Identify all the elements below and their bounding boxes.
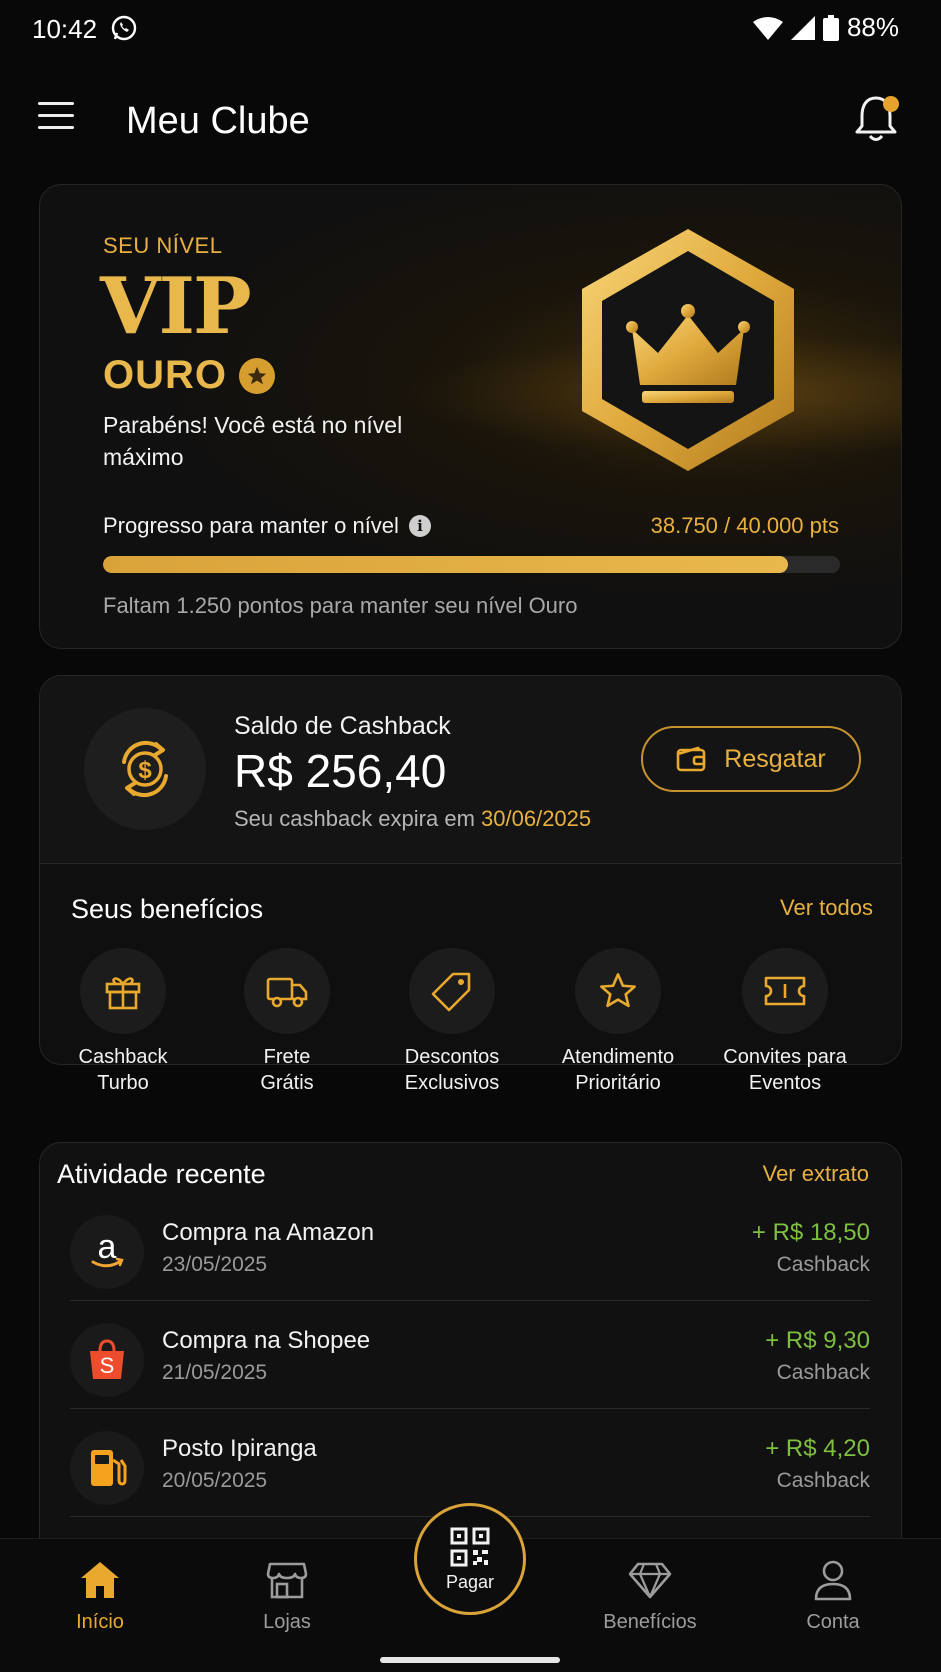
activity-title: Atividade recente xyxy=(57,1159,266,1189)
truck-icon xyxy=(244,948,330,1034)
cashback-title: Saldo de Cashback xyxy=(234,712,451,740)
status-bar: 10:42 88% xyxy=(0,0,941,60)
benefit-event-invites[interactable]: Convites para Eventos xyxy=(710,948,860,1096)
notifications-button[interactable] xyxy=(853,94,901,146)
nav-stores[interactable]: Lojas xyxy=(217,1557,357,1634)
home-indicator[interactable] xyxy=(380,1657,560,1663)
menu-icon-line xyxy=(38,102,74,105)
cashback-card: $ Saldo de Cashback R$ 256,40 Seu cashba… xyxy=(39,675,902,1094)
progress-fill xyxy=(103,556,789,573)
cashback-coin-icon: $ xyxy=(84,708,206,830)
svg-text:$: $ xyxy=(138,757,152,784)
whatsapp-icon xyxy=(111,15,137,41)
star-icon xyxy=(575,948,661,1034)
notification-dot xyxy=(883,96,899,112)
activity-row[interactable]: Posto Ipiranga 20/05/2025 + R$ 4,20 Cash… xyxy=(70,1409,870,1517)
activity-row[interactable]: S Compra na Shopee 21/05/2025 + R$ 9,30 … xyxy=(70,1301,870,1409)
progress-value: 38.750 / 40.000 pts xyxy=(650,513,839,538)
diamond-icon xyxy=(580,1557,720,1603)
benefits-title: Seus benefícios xyxy=(71,894,264,924)
cashback-expire-text: Seu cashback expira em xyxy=(234,806,475,831)
progress-label: Progresso para manter o nível i xyxy=(103,513,431,539)
menu-button[interactable] xyxy=(38,102,78,138)
progress-note: Faltam 1.250 pontos para manter seu níve… xyxy=(103,593,578,618)
benefit-label: Frete Grátis xyxy=(260,1046,314,1094)
signal-icon xyxy=(790,15,815,40)
level-message: Parabéns! Você está no nível máximo xyxy=(103,412,403,470)
nav-home-label: Início xyxy=(76,1611,124,1633)
benefit-label: Convites para Eventos xyxy=(723,1046,847,1094)
level-row: OURO xyxy=(103,353,275,398)
amazon-logo-icon: a xyxy=(70,1215,144,1289)
qr-code-icon xyxy=(450,1527,490,1566)
menu-icon-line xyxy=(38,126,74,129)
store-icon xyxy=(217,1557,357,1603)
star-badge-icon xyxy=(239,357,275,394)
cashback-expire-date: 30/06/2025 xyxy=(481,806,592,831)
nav-stores-label: Lojas xyxy=(263,1611,311,1633)
nav-benefits-label: Benefícios xyxy=(603,1611,697,1633)
pay-label: Pagar xyxy=(445,1571,495,1592)
info-icon[interactable]: i xyxy=(408,515,431,537)
activity-name: Posto Ipiranga xyxy=(162,1435,317,1462)
vip-tier: VIP xyxy=(100,261,252,352)
activity-date: 23/05/2025 xyxy=(162,1253,268,1276)
nav-home[interactable]: Início xyxy=(30,1557,170,1634)
level-name: OURO xyxy=(103,353,227,397)
menu-icon-line xyxy=(38,114,74,117)
battery-percent: 88% xyxy=(846,12,899,42)
nav-account-label: Conta xyxy=(806,1611,860,1633)
user-icon xyxy=(763,1557,903,1603)
tag-icon xyxy=(409,948,495,1034)
activity-type: Cashback xyxy=(776,1469,870,1492)
cashback-amount: R$ 256,40 xyxy=(234,745,447,797)
benefits-see-all-link[interactable]: Ver todos xyxy=(780,895,873,921)
activity-type: Cashback xyxy=(776,1361,870,1384)
benefit-cashback-turbo[interactable]: Cashback Turbo xyxy=(48,948,198,1096)
activity-date: 21/05/2025 xyxy=(162,1361,268,1384)
activity-amount: + R$ 9,30 xyxy=(765,1327,870,1354)
cashback-balance-section: $ Saldo de Cashback R$ 256,40 Seu cashba… xyxy=(40,676,901,864)
statement-link[interactable]: Ver extrato xyxy=(763,1161,869,1187)
benefit-label: Descontos Exclusivos xyxy=(404,1046,500,1094)
level-label: SEU NÍVEL xyxy=(103,233,223,258)
battery-icon xyxy=(822,14,839,41)
benefit-free-shipping[interactable]: Frete Grátis xyxy=(212,948,362,1096)
shopee-bag-icon: S xyxy=(70,1323,144,1397)
activity-name: Compra na Shopee xyxy=(162,1327,371,1354)
wifi-icon xyxy=(752,16,783,40)
progress-label-text: Progresso para manter o nível xyxy=(103,513,399,538)
cashback-expire: Seu cashback expira em 30/06/2025 xyxy=(234,806,591,832)
benefit-priority-support[interactable]: Atendimento Prioritário xyxy=(543,948,693,1096)
activity-name: Compra na Amazon xyxy=(162,1219,375,1246)
activity-amount: + R$ 18,50 xyxy=(751,1219,870,1246)
nav-benefits[interactable]: Benefícios xyxy=(580,1557,720,1634)
activity-date: 20/05/2025 xyxy=(162,1469,268,1492)
vip-level-card: SEU NÍVEL VIP OURO Parabéns! Você está n… xyxy=(39,184,902,649)
activity-amount: + R$ 4,20 xyxy=(765,1435,870,1462)
fuel-pump-icon xyxy=(70,1431,144,1505)
wallet-icon xyxy=(676,746,706,772)
redeem-button[interactable]: Resgatar xyxy=(641,726,861,792)
benefit-exclusive-discounts[interactable]: Descontos Exclusivos xyxy=(377,948,527,1096)
page-title: Meu Clube xyxy=(126,100,310,142)
redeem-label: Resgatar xyxy=(724,744,826,773)
home-icon xyxy=(30,1557,170,1603)
activity-row[interactable]: a Compra na Amazon 23/05/2025 + R$ 18,50… xyxy=(70,1193,870,1301)
progress-bar xyxy=(103,556,840,573)
benefit-label: Atendimento Prioritário xyxy=(561,1046,675,1094)
svg-text:a: a xyxy=(98,1230,117,1266)
benefit-label: Cashback Turbo xyxy=(78,1046,168,1094)
gift-icon xyxy=(80,948,166,1034)
crown-hexagon-icon xyxy=(582,229,794,471)
svg-text:S: S xyxy=(100,1353,115,1378)
nav-account[interactable]: Conta xyxy=(763,1557,903,1634)
ticket-icon xyxy=(742,948,828,1034)
app-header: Meu Clube xyxy=(0,80,941,160)
bottom-navigation: Início Lojas Pagar Benefícios Conta xyxy=(0,1503,941,1672)
pay-button[interactable]: Pagar xyxy=(414,1503,526,1615)
activity-type: Cashback xyxy=(776,1253,870,1276)
status-time: 10:42 xyxy=(32,14,98,44)
